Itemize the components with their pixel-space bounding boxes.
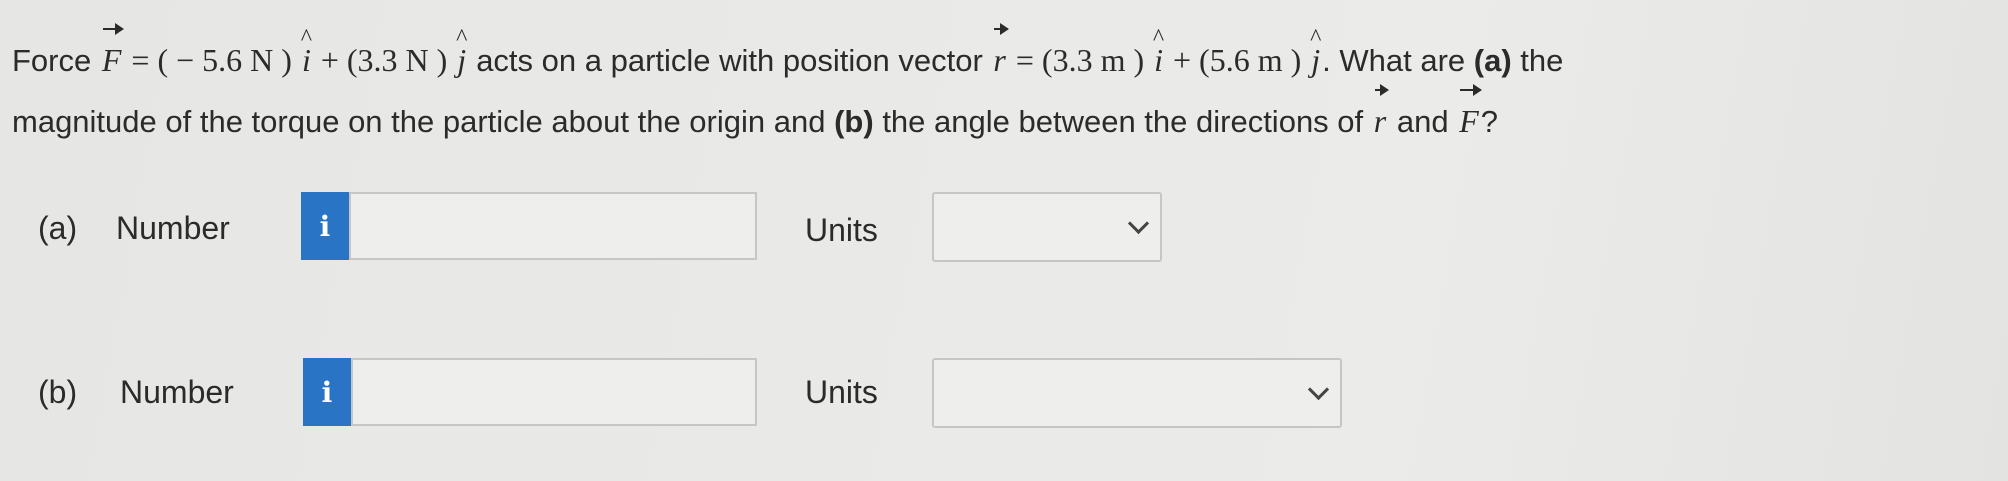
position-vector-symbol: r xyxy=(1372,84,1390,151)
question-line-1: Force F = ( − 5.6 N ) i + (3.3 N ) j act… xyxy=(12,8,1992,91)
part-a-label: (a) xyxy=(38,210,78,246)
part-a-number-input[interactable] xyxy=(349,192,757,260)
j-hat-symbol: j xyxy=(1309,8,1322,90)
position-vector-symbol: r xyxy=(991,23,1010,90)
force-vector-symbol: F xyxy=(1457,84,1482,151)
part-b-units-select[interactable] xyxy=(932,358,1342,428)
part-b-info-button[interactable]: i xyxy=(303,358,351,426)
info-icon: i xyxy=(321,375,333,409)
part-a-units-select[interactable] xyxy=(932,192,1162,262)
force-vector-symbol: F xyxy=(100,23,124,90)
j-hat-symbol: j xyxy=(455,8,468,90)
question-line-2: magnitude of the torque on the particle … xyxy=(12,84,1992,152)
question-text: Force F = ( − 5.6 N ) i + (3.3 N ) j act… xyxy=(12,8,1992,152)
chevron-down-icon xyxy=(1307,378,1330,401)
part-b-number-label: Number xyxy=(120,374,234,410)
chevron-down-icon xyxy=(1127,212,1150,235)
part-b-units-label: Units xyxy=(805,374,878,410)
info-icon: i xyxy=(319,209,331,243)
part-a-units-label: Units xyxy=(805,212,878,248)
i-hat-symbol: i xyxy=(300,8,313,90)
part-b-label: (b) xyxy=(38,374,78,410)
part-a-number-label: Number xyxy=(116,210,230,246)
part-a-info-button[interactable]: i xyxy=(301,192,349,260)
i-hat-symbol: i xyxy=(1152,8,1165,90)
part-b-number-input[interactable] xyxy=(351,358,757,426)
